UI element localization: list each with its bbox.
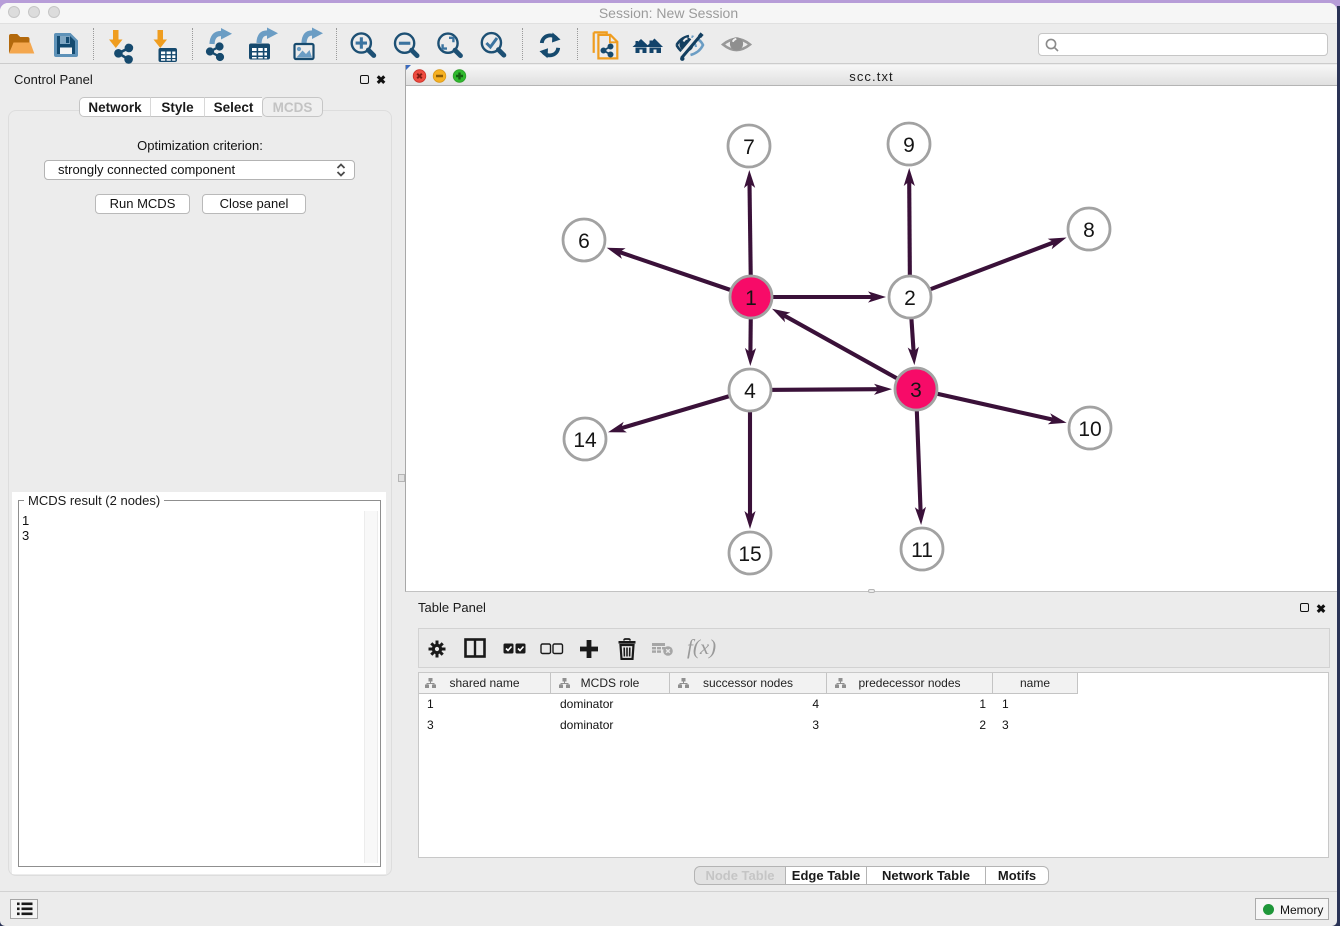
svg-text:6: 6 <box>578 230 590 253</box>
svg-text:2: 2 <box>904 287 916 310</box>
svg-text:10: 10 <box>1078 418 1101 441</box>
svg-text:8: 8 <box>1083 219 1095 242</box>
svg-text:7: 7 <box>743 136 755 159</box>
svg-text:3: 3 <box>910 379 922 402</box>
svg-text:f(x): f(x) <box>687 635 716 659</box>
svg-text:15: 15 <box>738 543 761 566</box>
svg-text:4: 4 <box>744 380 756 403</box>
svg-text:11: 11 <box>911 539 933 562</box>
svg-text:1: 1 <box>745 287 757 310</box>
svg-text:9: 9 <box>903 134 915 157</box>
svg-text:14: 14 <box>573 429 597 452</box>
